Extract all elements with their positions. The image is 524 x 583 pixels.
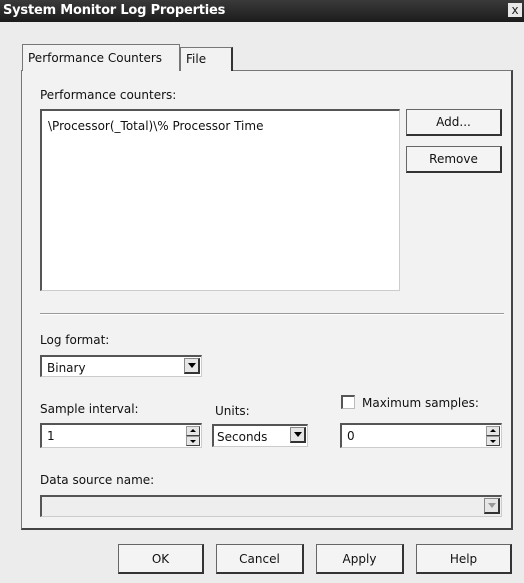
spin-arrows-icon[interactable] — [486, 426, 500, 447]
title-bar: System Monitor Log Properties x — [0, 0, 524, 22]
sample-interval-label: Sample interval: — [40, 402, 139, 416]
performance-counters-label: Performance counters: — [40, 88, 177, 102]
log-format-select[interactable]: Binary — [40, 355, 202, 377]
counters-listbox[interactable]: \Processor(_Total)\% Processor Time — [40, 109, 400, 291]
chevron-down-icon[interactable] — [290, 427, 306, 443]
add-button[interactable]: Add... — [406, 109, 502, 136]
log-format-value: Binary — [47, 361, 86, 375]
spin-down-icon[interactable] — [186, 436, 200, 446]
units-label: Units: — [215, 404, 250, 418]
help-button[interactable]: Help — [416, 544, 512, 574]
remove-button[interactable]: Remove — [406, 146, 502, 173]
counter-list-item[interactable]: \Processor(_Total)\% Processor Time — [48, 119, 263, 133]
sample-interval-value: 1 — [47, 429, 55, 443]
spin-arrows-icon[interactable] — [186, 426, 200, 447]
spin-down-icon[interactable] — [486, 436, 500, 446]
maximum-samples-label: Maximum samples: — [362, 396, 479, 410]
maximum-samples-checkbox[interactable] — [341, 395, 355, 409]
ok-button[interactable]: OK — [118, 544, 204, 574]
close-button[interactable]: x — [508, 3, 522, 17]
log-format-label: Log format: — [40, 333, 110, 347]
maximum-samples-value: 0 — [347, 429, 355, 443]
maximum-samples-input[interactable]: 0 — [340, 423, 502, 448]
spin-up-icon[interactable] — [486, 426, 500, 436]
tab-performance-counters[interactable]: Performance Counters — [22, 44, 180, 71]
data-source-label: Data source name: — [40, 473, 155, 487]
tab-file[interactable]: File — [180, 47, 233, 71]
window-title: System Monitor Log Properties — [3, 3, 226, 18]
apply-button[interactable]: Apply — [316, 544, 404, 574]
chevron-down-icon — [484, 498, 500, 514]
units-value: Seconds — [217, 430, 268, 444]
units-select[interactable]: Seconds — [212, 424, 308, 447]
data-source-select — [40, 495, 502, 517]
chevron-down-icon[interactable] — [184, 358, 200, 374]
cancel-button[interactable]: Cancel — [216, 544, 304, 574]
separator — [40, 313, 504, 315]
sample-interval-input[interactable]: 1 — [40, 423, 202, 448]
spin-up-icon[interactable] — [186, 426, 200, 436]
properties-dialog: System Monitor Log Properties x Performa… — [0, 0, 524, 583]
